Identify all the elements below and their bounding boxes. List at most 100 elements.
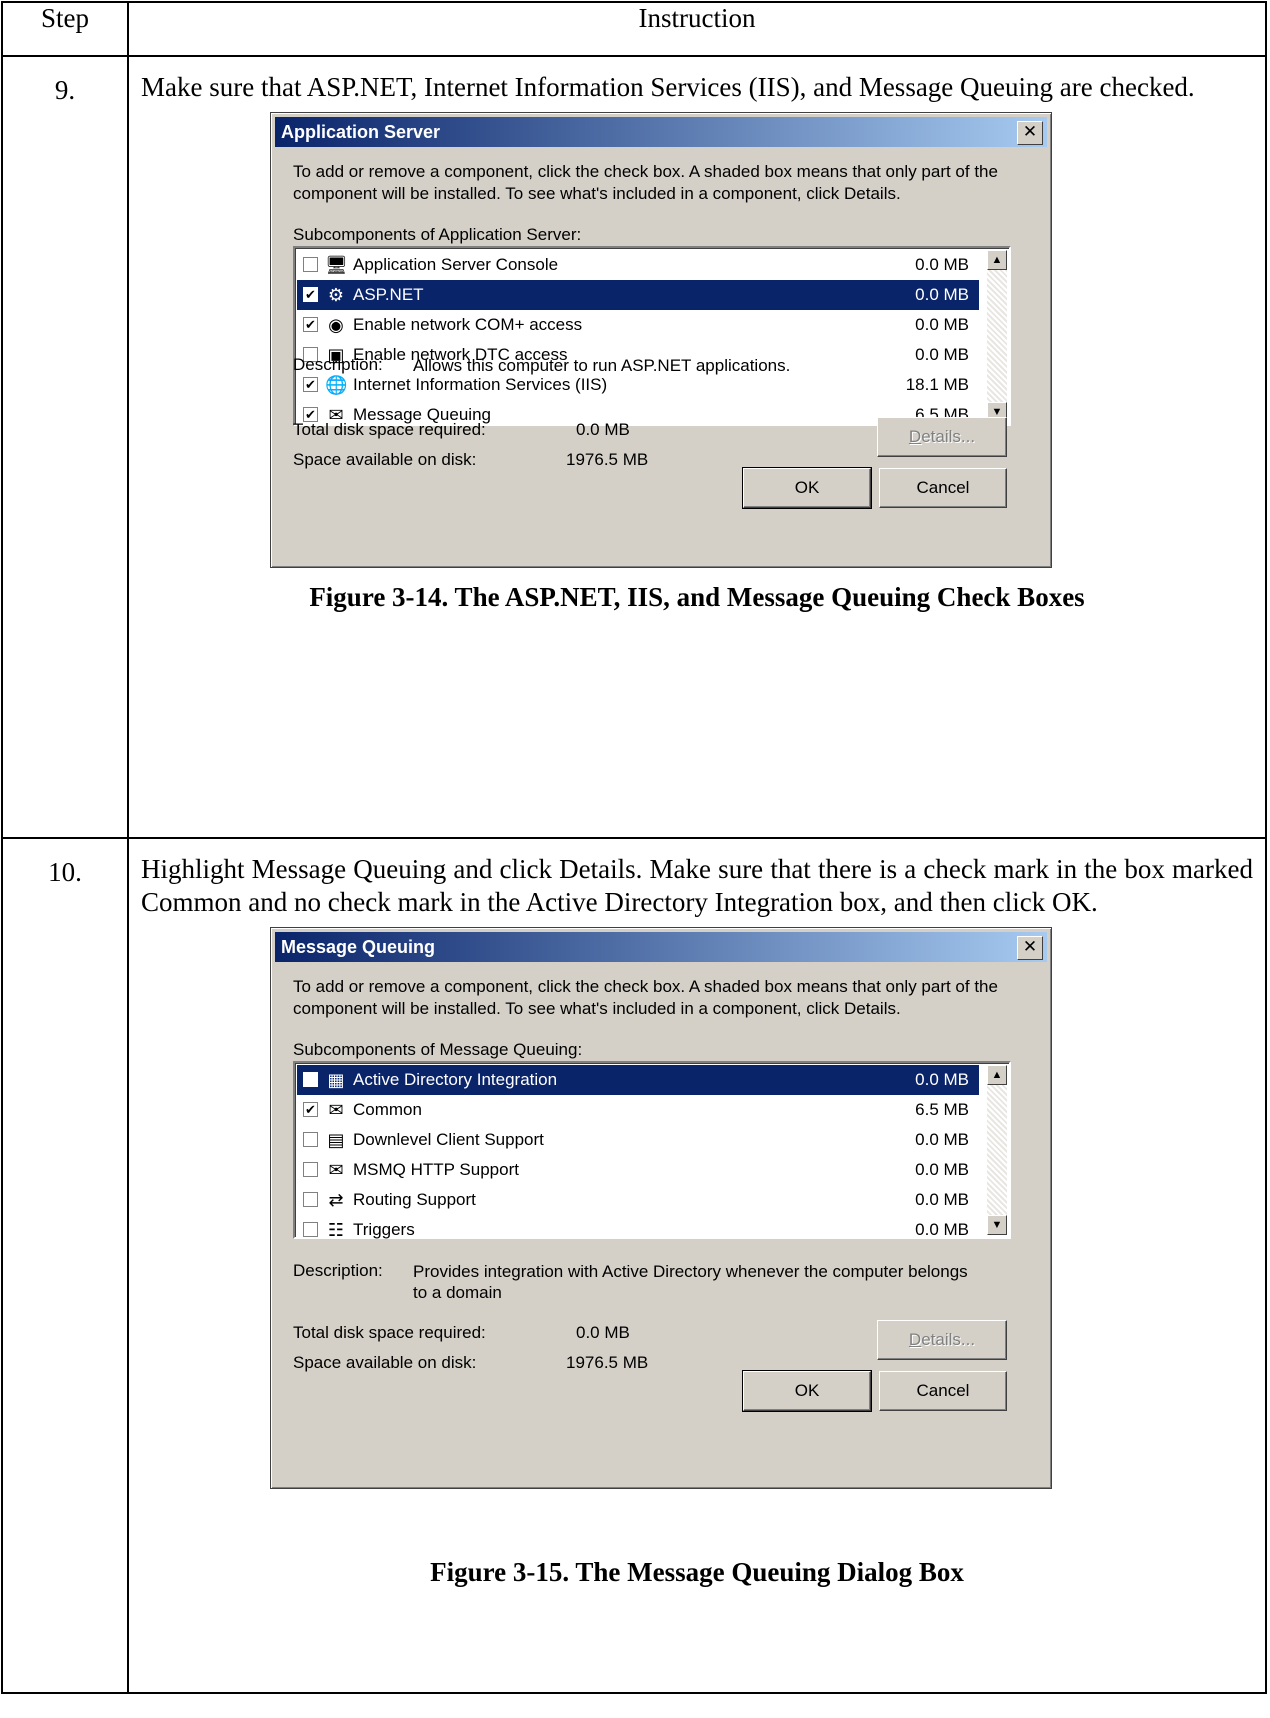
item-label: Active Directory Integration xyxy=(353,1070,558,1089)
item-label: Application Server Console xyxy=(353,255,559,274)
item-label: Common xyxy=(353,1100,422,1119)
checkbox[interactable]: ✔ xyxy=(303,317,318,332)
total-space-label: Total disk space required: xyxy=(293,1323,486,1342)
vertical-scrollbar[interactable]: ▲ ▼ xyxy=(987,250,1007,422)
list-item[interactable]: ☷ Triggers 0.0 MB xyxy=(297,1215,979,1245)
list-item[interactable]: ▦ Active Directory Integration 0.0 MB xyxy=(297,1065,979,1095)
total-space-label: Total disk space required: xyxy=(293,420,486,439)
com-plus-icon: ◉ xyxy=(328,315,344,335)
dialog-instructions: To add or remove a component, click the … xyxy=(293,977,998,1018)
common-envelope-icon: ✉ xyxy=(328,1100,344,1120)
checkbox[interactable] xyxy=(303,1072,318,1087)
close-button[interactable]: ✕ xyxy=(1017,936,1043,960)
step-instruction-cell: Make sure that ASP.NET, Internet Informa… xyxy=(127,55,1267,839)
list-item[interactable]: ▤ Downlevel Client Support 0.0 MB xyxy=(297,1125,979,1155)
document-page: Step Instruction 9. Make sure that ASP.N… xyxy=(0,0,1270,1718)
item-size: 0.0 MB xyxy=(915,1130,969,1149)
item-label: Routing Support xyxy=(353,1190,476,1209)
close-icon: ✕ xyxy=(1022,937,1038,956)
item-label: MSMQ HTTP Support xyxy=(353,1160,519,1179)
list-item[interactable]: ✔ ⚙ ASP.NET 0.0 MB xyxy=(297,280,979,310)
msmq-http-icon: ✉ xyxy=(328,1160,344,1180)
available-space-value: 1976.5 MB xyxy=(566,450,649,469)
cancel-button[interactable]: Cancel xyxy=(879,1371,1007,1411)
checkbox[interactable]: ✔ xyxy=(303,1102,318,1117)
checkbox[interactable] xyxy=(303,257,318,272)
table-header-row: Step Instruction xyxy=(1,1,1267,57)
description-label: Description: xyxy=(293,355,383,374)
close-icon: ✕ xyxy=(1022,122,1038,141)
description-text: Provides integration with Active Directo… xyxy=(413,1262,968,1302)
close-button[interactable]: ✕ xyxy=(1017,121,1043,145)
dialog-title: Application Server xyxy=(281,122,441,142)
scroll-up-button[interactable]: ▲ xyxy=(987,250,1007,270)
iis-globe-icon: 🌐 xyxy=(325,375,348,395)
checkbox[interactable] xyxy=(303,1132,318,1147)
available-space-label: Space available on disk: xyxy=(293,1353,477,1372)
checkbox[interactable] xyxy=(303,1162,318,1177)
dialog-title-bar: Application Server ✕ xyxy=(275,117,1047,147)
dialog-instructions: To add or remove a component, click the … xyxy=(293,162,998,203)
figure-caption: Figure 3-15. The Message Queuing Dialog … xyxy=(430,1557,964,1587)
item-size: 0.0 MB xyxy=(915,255,969,274)
step-instruction-cell: Highlight Message Queuing and click Deta… xyxy=(127,837,1267,1694)
scroll-up-button[interactable]: ▲ xyxy=(987,1065,1007,1085)
step-number: 9. xyxy=(1,55,129,839)
available-space-label: Space available on disk: xyxy=(293,450,477,469)
instruction-table: Step Instruction 9. Make sure that ASP.N… xyxy=(1,1,1267,1694)
item-label: Triggers xyxy=(353,1220,415,1239)
figure-caption: Figure 3-14. The ASP.NET, IIS, and Messa… xyxy=(309,582,1085,612)
total-space-value: 0.0 MB xyxy=(576,420,630,439)
item-size: 0.0 MB xyxy=(915,1070,969,1089)
downlevel-client-icon: ▤ xyxy=(327,1130,345,1150)
active-directory-icon: ▦ xyxy=(327,1070,345,1090)
message-queuing-dialog: Message Queuing ✕ To add or remove a compo… xyxy=(270,927,1052,1489)
instruction-column-header: Instruction xyxy=(127,1,1267,57)
dialog-title: Message Queuing xyxy=(281,937,436,957)
item-size: 0.0 MB xyxy=(915,1160,969,1179)
step-instruction-text: Make sure that ASP.NET, Internet Informa… xyxy=(141,72,1195,102)
list-item[interactable]: ✔ ◉ Enable network COM+ access 0.0 MB xyxy=(297,310,979,340)
arrow-up-icon: ▲ xyxy=(991,1069,1003,1081)
description-label: Description: xyxy=(293,1261,383,1280)
console-icon: 🖥 xyxy=(325,255,348,275)
cancel-button[interactable]: Cancel xyxy=(879,468,1007,508)
checkbox[interactable]: ✔ xyxy=(303,377,318,392)
item-size: 0.0 MB xyxy=(915,285,969,304)
ok-button[interactable]: OK xyxy=(742,1370,872,1412)
list-item[interactable]: ⇄ Routing Support 0.0 MB xyxy=(297,1185,979,1215)
arrow-up-icon: ▲ xyxy=(991,254,1003,266)
item-label: ASP.NET xyxy=(353,285,424,304)
list-item[interactable]: ✔ ✉ Common 6.5 MB xyxy=(297,1095,979,1125)
vertical-scrollbar[interactable]: ▲ ▼ xyxy=(987,1065,1007,1235)
triggers-icon: ☷ xyxy=(327,1220,345,1240)
item-label: Enable network COM+ access xyxy=(353,315,583,334)
aspnet-gear-icon: ⚙ xyxy=(327,285,345,305)
checkbox[interactable] xyxy=(303,1222,318,1237)
step-row-10: 10. Highlight Message Queuing and click … xyxy=(1,837,1267,1694)
arrow-down-icon: ▼ xyxy=(991,1219,1003,1231)
step-instruction-text: Highlight Message Queuing and click Deta… xyxy=(141,854,1253,917)
scroll-down-button[interactable]: ▼ xyxy=(987,1215,1007,1235)
step-number: 10. xyxy=(1,837,129,1694)
item-size: 0.0 MB xyxy=(915,1190,969,1209)
details-button[interactable]: Details... xyxy=(877,417,1007,457)
ok-button[interactable]: OK xyxy=(742,467,872,509)
list-item[interactable]: ✉ MSMQ HTTP Support 0.0 MB xyxy=(297,1155,979,1185)
details-button[interactable]: Details... xyxy=(877,1320,1007,1360)
item-size: 0.0 MB xyxy=(915,1220,969,1239)
subcomponents-label: Subcomponents of Message Queuing: xyxy=(293,1040,583,1059)
available-space-value: 1976.5 MB xyxy=(566,1353,649,1372)
subcomponents-list[interactable]: ▦ Active Directory Integration 0.0 MB ✔ ✉ Com… xyxy=(293,1061,1011,1240)
step-column-header: Step xyxy=(1,1,129,57)
item-size: 0.0 MB xyxy=(915,315,969,334)
list-item[interactable]: 🖥 Application Server Console 0.0 MB xyxy=(297,250,979,280)
application-server-dialog: Application Server ✕ To add or remove a co… xyxy=(270,112,1052,568)
description-text: Allows this computer to run ASP.NET appl… xyxy=(413,356,791,375)
subcomponents-list[interactable]: 🖥 Application Server Console 0.0 MB ✔ ⚙ ASP.N… xyxy=(293,246,1011,426)
checkbox[interactable] xyxy=(303,1192,318,1207)
step-row-9: 9. Make sure that ASP.NET, Internet Info… xyxy=(1,55,1267,839)
routing-icon: ⇄ xyxy=(328,1190,344,1210)
dialog-title-bar: Message Queuing ✕ xyxy=(275,932,1047,962)
checkbox[interactable]: ✔ xyxy=(303,287,318,302)
